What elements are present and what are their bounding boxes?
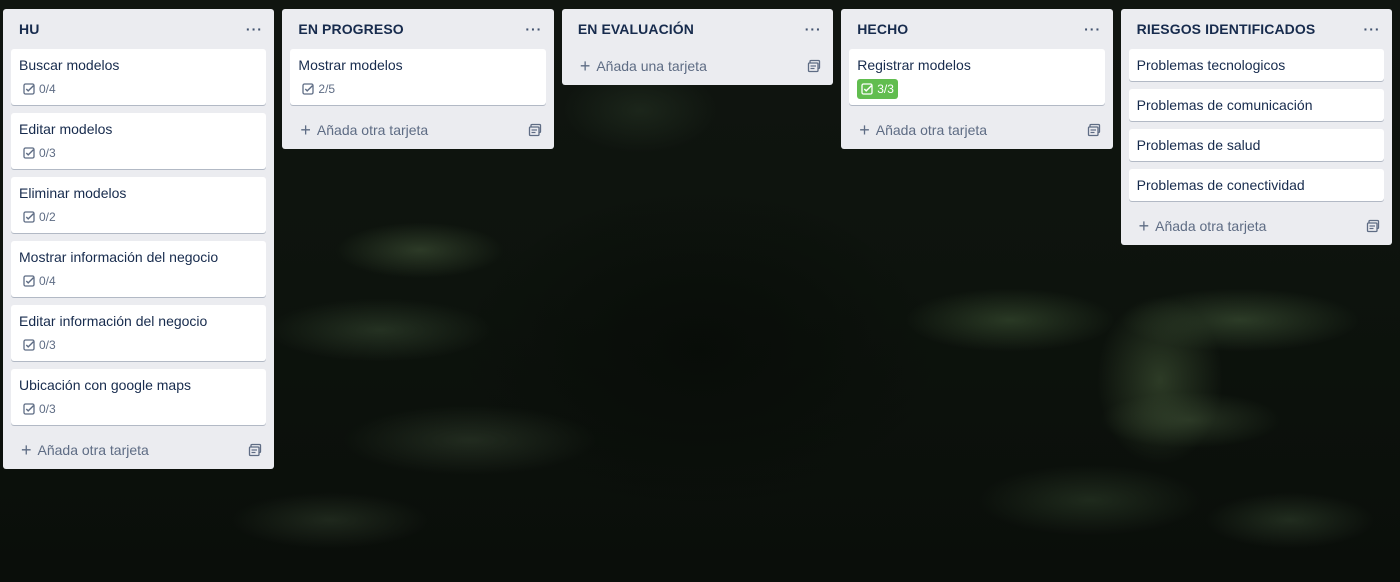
add-card-label: Añada una tarjeta — [596, 58, 707, 74]
add-card-button[interactable]: + Añada otra tarjeta — [859, 121, 987, 139]
card[interactable]: Problemas de comunicación — [1128, 89, 1385, 121]
plus-icon: + — [21, 440, 32, 460]
card-template-icon[interactable] — [1362, 215, 1384, 237]
card[interactable]: Problemas de conectividad — [1128, 169, 1385, 201]
list-hu: HU ··· Buscar modelos 0/4 Editar modelos… — [3, 9, 275, 469]
card-template-icon[interactable] — [803, 55, 825, 77]
list-menu-ellipsis-icon[interactable]: ··· — [1360, 17, 1384, 41]
list-title[interactable]: EN PROGRESO — [298, 21, 403, 37]
card-title: Mostrar modelos — [298, 57, 403, 73]
card[interactable]: Editar modelos 0/3 — [11, 113, 267, 169]
list-title[interactable]: EN EVALUACIÓN — [578, 21, 694, 37]
list-menu-ellipsis-icon[interactable]: ··· — [522, 17, 546, 41]
checklist-badge: 0/3 — [19, 335, 60, 355]
card[interactable]: Mostrar modelos 2/5 — [290, 49, 546, 105]
checklist-count: 0/3 — [39, 402, 56, 416]
card-template-icon[interactable] — [244, 439, 266, 461]
card-title: Problemas de comunicación — [1136, 97, 1313, 113]
checklist-count: 0/2 — [39, 210, 56, 224]
add-card-button[interactable]: + Añada una tarjeta — [580, 57, 707, 75]
checklist-icon — [23, 147, 35, 159]
card-template-icon[interactable] — [1083, 119, 1105, 141]
card[interactable]: Ubicación con google maps 0/3 — [11, 369, 267, 425]
card-title: Problemas de salud — [1136, 137, 1261, 153]
card-title: Problemas de conectividad — [1136, 177, 1305, 193]
list-title[interactable]: HU — [19, 21, 39, 37]
checklist-badge: 0/2 — [19, 207, 60, 227]
checklist-count: 0/4 — [39, 82, 56, 96]
add-card-button[interactable]: + Añada otra tarjeta — [300, 121, 428, 139]
add-card-row: + Añada otra tarjeta — [1129, 207, 1384, 245]
card-title: Registrar modelos — [857, 57, 971, 73]
card[interactable]: Mostrar información del negocio 0/4 — [11, 241, 267, 297]
card-title: Buscar modelos — [19, 57, 120, 73]
card[interactable]: Eliminar modelos 0/2 — [11, 177, 267, 233]
checklist-icon — [861, 83, 873, 95]
checklist-icon — [23, 403, 35, 415]
checklist-badge: 2/5 — [298, 79, 339, 99]
card[interactable]: Problemas de salud — [1128, 129, 1385, 161]
card-template-icon[interactable] — [524, 119, 546, 141]
add-card-label: Añada otra tarjeta — [316, 122, 429, 138]
add-card-row: + Añada otra tarjeta — [849, 111, 1104, 149]
plus-icon: + — [579, 56, 591, 76]
list-en-evaluacion: EN EVALUACIÓN ··· + Añada una tarjeta — [561, 9, 834, 85]
checklist-badge-complete: 3/3 — [857, 79, 898, 99]
list-header: EN EVALUACIÓN ··· — [570, 9, 825, 49]
card-title: Eliminar modelos — [19, 185, 127, 201]
plus-icon: + — [859, 120, 870, 140]
add-card-row: + Añada una tarjeta — [570, 47, 825, 85]
board: HU ··· Buscar modelos 0/4 Editar modelos… — [3, 9, 1400, 469]
checklist-count: 3/3 — [877, 82, 894, 96]
card-title: Mostrar información del negocio — [19, 249, 219, 265]
list-title[interactable]: HECHO — [857, 21, 908, 37]
card[interactable]: Buscar modelos 0/4 — [11, 49, 267, 105]
card-title: Problemas tecnologicos — [1136, 57, 1286, 73]
checklist-count: 0/4 — [39, 274, 56, 288]
checklist-count: 0/3 — [39, 338, 56, 352]
checklist-icon — [23, 275, 35, 287]
add-card-label: Añada otra tarjeta — [1155, 218, 1267, 234]
add-card-label: Añada otra tarjeta — [37, 442, 149, 458]
add-card-row: + Añada otra tarjeta — [290, 111, 545, 149]
list-riesgos-identificados: RIESGOS IDENTIFICADOS ··· Problemas tecn… — [1120, 9, 1393, 245]
list-title[interactable]: RIESGOS IDENTIFICADOS — [1137, 21, 1316, 37]
checklist-icon — [23, 83, 35, 95]
checklist-badge: 0/4 — [19, 271, 60, 291]
card[interactable]: Editar información del negocio 0/3 — [11, 305, 267, 361]
card-title: Ubicación con google maps — [19, 377, 191, 393]
add-card-button[interactable]: + Añada otra tarjeta — [21, 441, 149, 459]
checklist-icon — [302, 83, 315, 95]
checklist-icon — [23, 211, 35, 223]
list-en-progreso: EN PROGRESO ··· Mostrar modelos 2/5 + Añ… — [282, 9, 554, 149]
list-header: EN PROGRESO ··· — [290, 9, 545, 49]
card[interactable]: Problemas tecnologicos — [1128, 49, 1385, 81]
list-hecho: HECHO ··· Registrar modelos 3/3 + Añada … — [841, 9, 1113, 149]
checklist-count: 0/3 — [39, 146, 56, 160]
card-title: Editar modelos — [19, 121, 113, 137]
add-card-label: Añada otra tarjeta — [875, 122, 988, 138]
checklist-icon — [23, 339, 35, 351]
list-menu-ellipsis-icon[interactable]: ··· — [1081, 17, 1105, 41]
plus-icon: + — [300, 120, 311, 140]
add-card-row: + Añada otra tarjeta — [11, 431, 266, 469]
card[interactable]: Registrar modelos 3/3 — [849, 49, 1105, 105]
checklist-badge: 0/3 — [19, 399, 60, 419]
list-header: HECHO ··· — [849, 9, 1104, 49]
add-card-button[interactable]: + Añada otra tarjeta — [1139, 217, 1267, 235]
list-menu-ellipsis-icon[interactable]: ··· — [801, 17, 825, 41]
checklist-badge: 0/4 — [19, 79, 60, 99]
plus-icon: + — [1138, 216, 1150, 236]
card-title: Editar información del negocio — [19, 313, 208, 329]
list-menu-ellipsis-icon[interactable]: ··· — [242, 17, 266, 41]
list-header: RIESGOS IDENTIFICADOS ··· — [1129, 9, 1384, 49]
checklist-badge: 0/3 — [19, 143, 60, 163]
checklist-count: 2/5 — [318, 82, 336, 96]
list-header: HU ··· — [11, 9, 266, 49]
